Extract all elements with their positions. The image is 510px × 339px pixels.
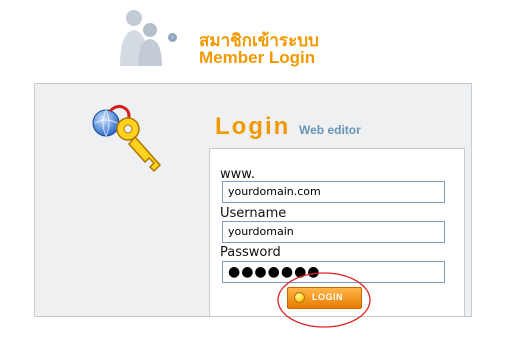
arrow-bullet-icon: ›: [168, 33, 177, 42]
members-icon: [120, 10, 162, 66]
domain-label: www.: [220, 167, 255, 182]
globe-key-icon: [92, 104, 162, 173]
username-label: Username: [220, 206, 287, 221]
highlight-circle: [277, 272, 371, 328]
header-title: Member Login: [199, 48, 316, 67]
username-field[interactable]: yourdomain: [222, 221, 445, 243]
domain-field[interactable]: yourdomain.com: [222, 181, 445, 203]
login-subheading: Web editor: [299, 123, 361, 137]
password-label: Password: [220, 245, 281, 260]
login-heading: Login: [215, 113, 291, 140]
